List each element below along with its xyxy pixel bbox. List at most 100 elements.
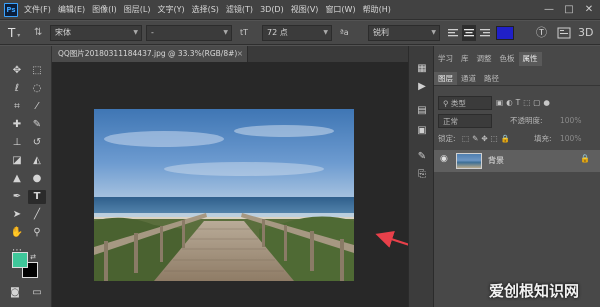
character-panel-icon[interactable] <box>556 25 572 41</box>
lasso-tool-icon[interactable]: ℓ <box>8 82 26 96</box>
align-right-icon <box>480 29 490 37</box>
actions-play-icon[interactable]: ▶ <box>415 80 429 94</box>
3d-icon[interactable]: 3D <box>578 25 594 41</box>
menu-edit[interactable]: 编辑(E) <box>58 0 85 20</box>
tab-paths[interactable]: 路径 <box>480 72 503 85</box>
foreground-color-swatch[interactable] <box>12 252 28 268</box>
type-tool-preset-icon[interactable]: T ▾ <box>8 25 32 41</box>
chevron-down-icon: ▼ <box>431 29 436 36</box>
blur-tool-icon[interactable]: ▲ <box>8 172 26 186</box>
minimize-button[interactable]: — <box>540 0 558 20</box>
lock-icon: 🔒 <box>580 154 590 163</box>
healing-brush-tool-icon[interactable]: ✚ <box>8 118 26 132</box>
screen-mode-icon[interactable]: ▭ <box>28 286 46 300</box>
hand-tool-icon[interactable]: ✋ <box>8 226 26 240</box>
text-orientation-icon[interactable]: ⇅ <box>34 25 48 41</box>
quick-select-tool-icon[interactable]: ◌ <box>28 82 46 96</box>
filter-icons[interactable]: ▣◐T⬚▢● <box>496 96 596 110</box>
menu-bar: Ps 文件(F) 编辑(E) 图像(I) 图层(L) 文字(Y) 选择(S) 滤… <box>0 0 600 20</box>
menu-view[interactable]: 视图(V) <box>291 0 319 20</box>
search-icon: ⚲ <box>443 99 451 108</box>
properties-icon[interactable]: ▤ <box>415 104 429 118</box>
canvas-area[interactable] <box>52 62 408 307</box>
menu-type[interactable]: 文字(Y) <box>157 0 184 20</box>
layer-filter-select[interactable]: ⚲ 类型 <box>438 96 492 110</box>
menu-help[interactable]: 帮助(H) <box>363 0 391 20</box>
paint-bucket-tool-icon[interactable]: ◭ <box>28 154 46 168</box>
blend-mode-select[interactable]: 正常 <box>438 114 492 128</box>
close-tab-icon[interactable]: × <box>237 46 243 62</box>
antialias-value: 锐利 <box>373 28 389 37</box>
tab-swatches[interactable]: 色板 <box>496 52 519 66</box>
dodge-tool-icon[interactable]: ● <box>28 172 46 186</box>
chevron-down-icon: ▼ <box>223 29 228 36</box>
layer-row[interactable]: ◉ 背景 🔒 <box>434 150 600 172</box>
opacity-value[interactable]: 100% <box>560 114 581 128</box>
tab-channels[interactable]: 通道 <box>457 72 480 85</box>
path-selection-tool-icon[interactable]: ➤ <box>8 208 26 222</box>
tab-adjustments[interactable]: 调整 <box>473 52 496 66</box>
menu-file[interactable]: 文件(F) <box>24 0 51 20</box>
font-size-select[interactable]: 72 点 ▼ <box>262 25 332 41</box>
layer-tabs: 图层 通道 路径 <box>434 72 600 86</box>
panel-toggle-icon <box>557 27 571 39</box>
menu-layer[interactable]: 图层(L) <box>124 0 151 20</box>
maximize-button[interactable]: □ <box>560 0 578 20</box>
menu-window[interactable]: 窗口(W) <box>325 0 355 20</box>
move-tool-icon[interactable]: ✥ <box>8 64 26 78</box>
filter-kind-value: 类型 <box>450 99 466 108</box>
antialias-select[interactable]: 锐利 ▼ <box>368 25 440 41</box>
align-left-icon <box>448 29 458 37</box>
menu-image[interactable]: 图像(I) <box>92 0 117 20</box>
clone-stamp-tool-icon[interactable]: ⊥ <box>8 136 26 150</box>
pen-tool-icon[interactable]: ✒ <box>8 190 26 204</box>
lock-label: 锁定: <box>438 134 456 143</box>
eraser-tool-icon[interactable]: ◪ <box>8 154 26 168</box>
brush-settings-icon[interactable]: ✎ <box>415 150 429 164</box>
history-panel-icon[interactable]: ▦ <box>415 62 429 76</box>
align-left-button[interactable] <box>446 25 460 41</box>
type-tool-icon[interactable]: T <box>28 190 46 204</box>
crop-tool-icon[interactable]: ⌗ <box>8 100 26 114</box>
lock-icons[interactable]: ⬚✎✥⬚🔒 <box>462 132 513 146</box>
eyedropper-tool-icon[interactable]: ⁄ <box>28 100 46 114</box>
options-bar: T ▾ ⇅ 宋体 ▼ - ▼ tT 72 点 ▼ ªa 锐利 ▼ Ⓣ 3D <box>0 21 600 45</box>
font-style-value: - <box>151 28 154 37</box>
clone-source-icon[interactable]: ⎘ <box>415 168 429 182</box>
tab-learn[interactable]: 学习 <box>434 52 457 66</box>
document-tab[interactable]: QQ图片20180311184437.jpg @ 33.3%(RGB/8#) × <box>52 46 248 62</box>
swap-colors-icon[interactable]: ⇄ <box>28 250 38 264</box>
font-family-select[interactable]: 宋体 ▼ <box>50 25 142 41</box>
menu-select[interactable]: 选择(S) <box>192 0 219 20</box>
history-brush-tool-icon[interactable]: ↺ <box>28 136 46 150</box>
align-center-button[interactable] <box>462 25 476 41</box>
font-family-value: 宋体 <box>55 28 71 37</box>
text-color-swatch[interactable] <box>496 26 514 40</box>
quick-mask-icon[interactable]: ◙ <box>6 286 24 300</box>
align-right-button[interactable] <box>478 25 492 41</box>
chevron-down-icon: ▼ <box>323 29 328 36</box>
layers-panel: 学习 库 调整 色板 属性 图层 通道 路径 ⚲ 类型 ▣◐T⬚▢● 正常 不透… <box>434 46 600 307</box>
zoom-tool-icon[interactable]: ⚲ <box>28 226 46 240</box>
menu-3d[interactable]: 3D(D) <box>260 0 284 20</box>
font-style-select[interactable]: - ▼ <box>146 25 232 41</box>
toolbox: ✥ ⬚ ℓ ◌ ⌗ ⁄ ✚ ✎ ⊥ ↺ ◪ ◭ ▲ ● ✒ T ➤ ╱ ✋ ⚲ … <box>0 46 52 307</box>
adjustments-icon[interactable]: ▣ <box>415 124 429 138</box>
line-tool-icon[interactable]: ╱ <box>28 208 46 222</box>
photoshop-logo: Ps <box>4 3 18 17</box>
chevron-down-icon: ▼ <box>133 29 138 36</box>
font-size-value: 72 点 <box>267 28 288 37</box>
brush-tool-icon[interactable]: ✎ <box>28 118 46 132</box>
menu-filter[interactable]: 滤镜(T) <box>226 0 253 20</box>
fill-value[interactable]: 100% <box>560 132 581 146</box>
marquee-tool-icon[interactable]: ⬚ <box>28 64 46 78</box>
close-button[interactable]: ✕ <box>580 0 598 20</box>
panel-tabs: 学习 库 调整 色板 属性 <box>434 52 600 66</box>
warp-text-icon[interactable]: Ⓣ <box>536 25 552 41</box>
chevron-down-icon: ▾ <box>15 32 21 39</box>
antialias-icon: ªa <box>340 28 349 37</box>
tab-layers[interactable]: 图层 <box>434 72 457 85</box>
tab-properties[interactable]: 属性 <box>518 52 542 66</box>
tab-libraries[interactable]: 库 <box>457 52 473 66</box>
visibility-eye-icon[interactable]: ◉ <box>440 154 448 164</box>
